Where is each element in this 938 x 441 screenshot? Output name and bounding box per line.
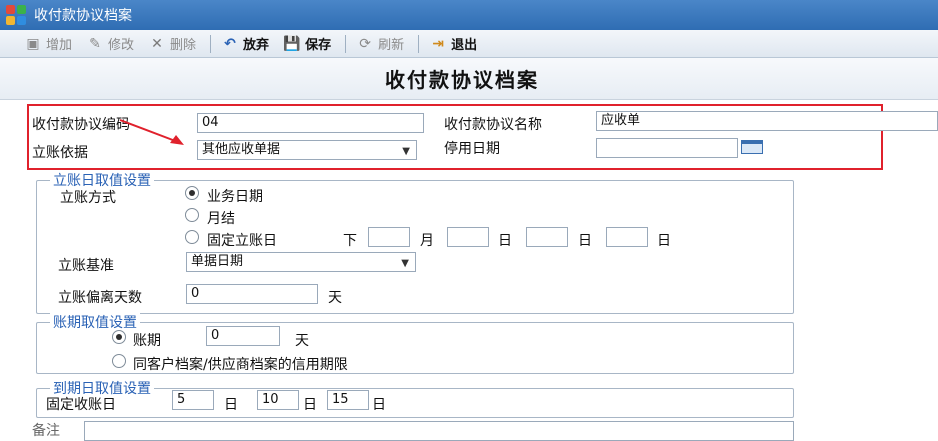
account-basis-label: 立账基准	[58, 258, 114, 274]
delete-icon: ✕	[151, 35, 163, 52]
radio-fixed-day[interactable]	[185, 230, 199, 244]
account-basis-select[interactable]: 单据日期 ▼	[186, 252, 416, 272]
radio-period[interactable]	[112, 330, 126, 344]
period-legend: 账期取值设置	[50, 312, 140, 332]
code-field[interactable]: 04	[197, 113, 424, 133]
add-icon: ▣	[26, 35, 40, 52]
due-day2-field[interactable]: 10	[257, 390, 299, 410]
opt-fixed-day-label: 固定立账日	[207, 233, 277, 249]
unit-day3-label: 日	[657, 233, 671, 249]
edit-button[interactable]: ✎ 修改	[86, 34, 135, 54]
add-button[interactable]: ▣ 增加	[24, 34, 73, 54]
refresh-button[interactable]: ⟳ 刷新	[356, 34, 405, 54]
basis-label: 立账依据	[32, 145, 88, 161]
calendar-icon[interactable]	[741, 140, 763, 154]
unit-day2-label: 日	[578, 233, 592, 249]
radio-month-end[interactable]	[185, 208, 199, 222]
exit-button[interactable]: ⇥ 退出	[429, 34, 478, 54]
window-titlebar: 收付款协议档案	[0, 0, 938, 30]
period-unit-label: 天	[295, 333, 309, 349]
chevron-down-icon: ▼	[402, 146, 410, 157]
fixed-day2-field[interactable]	[526, 227, 568, 247]
account-basis-value: 单据日期	[191, 254, 244, 269]
unit-month-label: 月	[420, 233, 434, 249]
add-label: 增加	[46, 38, 73, 53]
exit-icon: ⇥	[432, 35, 444, 52]
offset-days-label: 立账偏离天数	[58, 290, 142, 306]
method-label: 立账方式	[60, 190, 116, 206]
stop-date-field[interactable]	[596, 138, 738, 158]
exit-label: 退出	[451, 38, 478, 53]
fixed-collect-label: 固定收账日	[46, 397, 116, 413]
period-days-field[interactable]: 0	[206, 326, 280, 346]
refresh-label: 刷新	[378, 38, 405, 53]
code-label: 收付款协议编码	[32, 117, 130, 133]
due-unit1-label: 日	[224, 397, 238, 413]
save-button[interactable]: 💾 保存	[283, 34, 332, 54]
stop-date-label: 停用日期	[444, 141, 500, 157]
delete-button[interactable]: ✕ 删除	[148, 34, 197, 54]
radio-credit-term[interactable]	[112, 354, 126, 368]
toolbar-separator	[210, 34, 212, 53]
delete-label: 删除	[170, 38, 197, 53]
opt-business-date-label: 业务日期	[207, 189, 263, 205]
page-title: 收付款协议档案	[385, 68, 539, 92]
refresh-icon: ⟳	[359, 35, 371, 52]
window-title: 收付款协议档案	[34, 8, 132, 24]
opt-credit-label: 同客户档案/供应商档案的信用期限	[133, 357, 348, 373]
remarks-label: 备注	[32, 423, 60, 439]
basis-select-value: 其他应收单据	[202, 142, 281, 157]
fixed-prefix-label: 下	[343, 233, 357, 249]
discard-button[interactable]: ↶ 放弃	[221, 34, 270, 54]
save-icon: 💾	[283, 35, 301, 52]
chevron-down-icon: ▼	[401, 258, 409, 269]
unit-day1-label: 日	[498, 233, 512, 249]
opt-period-label: 账期	[133, 333, 161, 349]
due-unit3-label: 日	[372, 397, 386, 413]
offset-unit-label: 天	[328, 290, 342, 306]
arrow-annotation	[119, 119, 184, 145]
app-icon	[6, 5, 26, 25]
radio-business-date[interactable]	[185, 186, 199, 200]
toolbar-separator	[418, 34, 420, 53]
account-date-group	[36, 180, 794, 314]
edit-icon: ✎	[89, 35, 101, 52]
fixed-day3-field[interactable]	[606, 227, 648, 247]
toolbar: ▣ 增加 ✎ 修改 ✕ 删除 ↶ 放弃 💾 保存 ⟳ 刷新 ⇥ 退出	[0, 30, 938, 58]
remarks-field[interactable]	[84, 421, 794, 441]
due-day1-field[interactable]: 5	[172, 390, 214, 410]
save-label: 保存	[305, 38, 332, 53]
month-offset-field[interactable]	[368, 227, 410, 247]
undo-icon: ↶	[224, 35, 236, 52]
basis-select[interactable]: 其他应收单据 ▼	[197, 140, 417, 160]
name-field[interactable]: 应收单	[596, 111, 938, 131]
due-day3-field[interactable]: 15	[327, 390, 369, 410]
toolbar-separator	[345, 34, 347, 53]
name-label: 收付款协议名称	[444, 117, 542, 133]
opt-month-end-label: 月结	[207, 211, 235, 227]
offset-days-field[interactable]: 0	[186, 284, 318, 304]
discard-label: 放弃	[243, 38, 270, 53]
fixed-day1-field[interactable]	[447, 227, 489, 247]
due-unit2-label: 日	[303, 397, 317, 413]
edit-label: 修改	[108, 38, 135, 53]
